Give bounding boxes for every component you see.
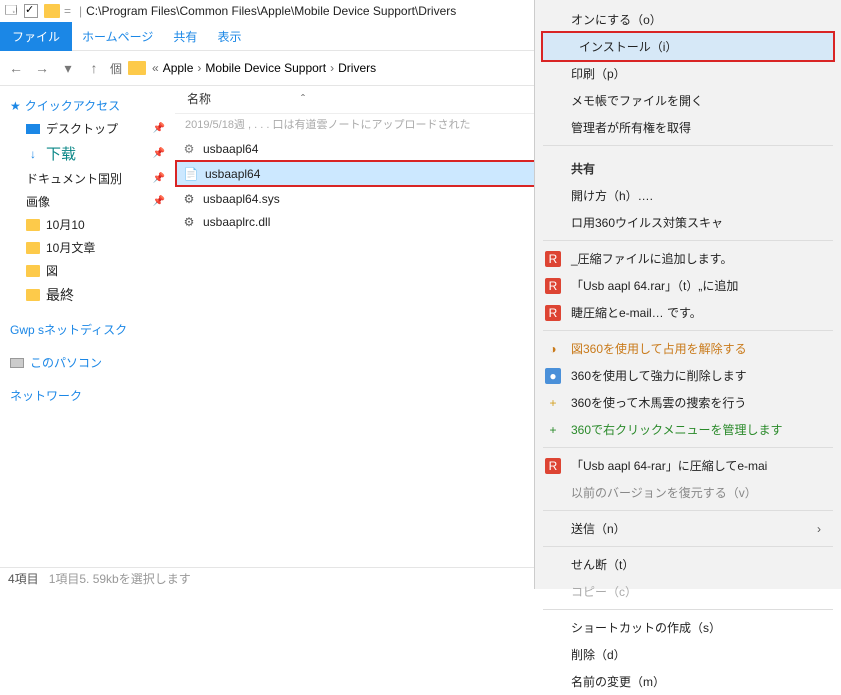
ctx-shortcut[interactable]: ショートカットの作成（s） (535, 614, 841, 641)
archive-icon: R (545, 278, 561, 294)
ctx-copy[interactable]: コピー（c） (535, 578, 841, 605)
sidebar-item-network[interactable]: ネットワーク (6, 384, 169, 407)
ctx-openwith[interactable]: 開け方（h）…. (535, 182, 841, 209)
sidebar-item-folder[interactable]: 図 (6, 259, 169, 282)
menu-separator (543, 240, 833, 241)
download-icon: ↓ (26, 147, 40, 161)
nav-dropdown-icon[interactable]: ▾ (58, 58, 78, 78)
app-icon: 🗔 (4, 4, 18, 18)
nav-fwd-icon[interactable]: → (32, 58, 52, 78)
context-menu: オンにする（o） インストール（i） 印刷（p） メモ帳でファイルを開く 管理者… (534, 0, 841, 589)
ctx-notepad[interactable]: メモ帳でファイルを開く (535, 87, 841, 114)
folder-icon (26, 219, 40, 231)
separator: = (64, 4, 71, 18)
ctx-360scan[interactable]: ロ用360ウイルス対策スキャ (535, 209, 841, 236)
separator: | (79, 4, 82, 18)
desktop-icon (26, 124, 40, 134)
folder-icon (26, 265, 40, 277)
ctx-cut[interactable]: せん断（t） (535, 551, 841, 578)
crumb-mds[interactable]: Mobile Device Support (205, 61, 326, 75)
360-icon: + (545, 395, 561, 411)
nav-back-icon[interactable]: ← (6, 58, 26, 78)
sidebar-item-folder[interactable]: 10月10 (6, 213, 169, 236)
ribbon-home[interactable]: ホームページ (72, 22, 163, 51)
pin-icon: 📌 (153, 123, 165, 134)
ribbon-share[interactable]: 共有 (163, 22, 207, 51)
sidebar-item-desktop[interactable]: デスクトップ 📌 (6, 117, 169, 140)
archive-icon: R (545, 251, 561, 267)
ctx-360trojan[interactable]: +360を使って木馬雲の捜索を行う (535, 389, 841, 416)
crumb-drivers[interactable]: Drivers (338, 61, 376, 75)
item-count: 4項目 (8, 570, 39, 587)
ctx-rar-email[interactable]: R「Usb aapl 64-rar」に圧縮してe-mai (535, 452, 841, 479)
ctx-on[interactable]: オンにする（o） (535, 6, 841, 33)
submenu-arrow-icon: › (817, 522, 821, 536)
settings-file-icon (181, 141, 197, 157)
crumb-apple[interactable]: Apple (163, 61, 194, 75)
360-icon: ◑ (545, 341, 561, 357)
star-icon: ★ (10, 99, 21, 113)
folder-icon (44, 4, 60, 18)
ctx-360unlock[interactable]: ◑図360を使用して占用を解除する (535, 335, 841, 362)
sidebar-item-documents[interactable]: ドキュメント国別 📌 (6, 167, 169, 190)
ctx-360rclick[interactable]: +360で右クリックメニューを管理します (535, 416, 841, 443)
pin-icon: 📌 (153, 148, 165, 159)
chevron-right-icon: › (330, 61, 334, 75)
navigation-pane: ★ クイックアクセス デスクトップ 📌 ↓ 下载 📌 ドキュメント国別 📌 画像… (0, 86, 175, 567)
nav-up-icon[interactable]: ↑ (84, 58, 104, 78)
menu-separator (543, 447, 833, 448)
nav-count: 個 (110, 60, 122, 77)
ctx-prev-version[interactable]: 以前のバージョンを復元する（v） (535, 479, 841, 506)
sidebar-item-pictures[interactable]: 画像 📌 (6, 190, 169, 213)
ctx-addrar[interactable]: R「Usb aapl 64.rar」（t）„に追加 (535, 272, 841, 299)
chevron-right-icon: « (152, 61, 159, 75)
360-icon: ● (545, 368, 561, 384)
ctx-admin[interactable]: 管理者が所有権を取得 (535, 114, 841, 141)
menu-separator (543, 510, 833, 511)
archive-icon: R (545, 458, 561, 474)
folder-icon (26, 289, 40, 301)
pin-icon: 📌 (153, 196, 165, 207)
sidebar-item-folder[interactable]: 最終 (6, 282, 169, 308)
checkbox-icon[interactable] (24, 4, 38, 18)
sidebar-item-folder[interactable]: 10月文章 (6, 236, 169, 259)
sys-file-icon (181, 191, 197, 207)
sidebar-item-netdisk[interactable]: Gwp sネットディスク (6, 318, 169, 341)
folder-icon (26, 242, 40, 254)
ctx-send[interactable]: 送信（n）› (535, 515, 841, 542)
sidebar-item-downloads[interactable]: ↓ 下载 📌 (6, 140, 169, 167)
menu-separator (543, 330, 833, 331)
ribbon-file-tab[interactable]: ファイル (0, 22, 72, 51)
quick-access-header[interactable]: ★ クイックアクセス (6, 94, 169, 117)
folder-icon (128, 61, 146, 75)
ctx-share-header: 共有 (535, 150, 841, 182)
pc-icon (10, 358, 24, 368)
menu-separator (543, 546, 833, 547)
window-path: C:\Program Files\Common Files\Apple\Mobi… (86, 4, 456, 18)
inf-file-icon (183, 166, 199, 182)
ctx-install[interactable]: インストール（i） (543, 33, 833, 60)
pin-icon: 📌 (153, 173, 165, 184)
menu-separator (543, 609, 833, 610)
chevron-right-icon: › (197, 61, 201, 75)
ctx-emailzip[interactable]: R睫圧縮とe-mail… です。 (535, 299, 841, 326)
dll-file-icon (181, 214, 197, 230)
selection-info: 1項目5. 59kbを選択します (49, 570, 191, 587)
ctx-addzip[interactable]: R_圧縮ファイルに追加します。 (535, 245, 841, 272)
ctx-rename[interactable]: 名前の変更（m） (535, 668, 841, 695)
sort-asc-icon: ˆ (301, 92, 305, 106)
360-icon: + (545, 422, 561, 438)
menu-separator (543, 145, 833, 146)
ctx-360del[interactable]: ●360を使用して強力に削除します (535, 362, 841, 389)
ctx-delete[interactable]: 削除（d） (535, 641, 841, 668)
sidebar-item-thispc[interactable]: このパソコン (6, 351, 169, 374)
ctx-print[interactable]: 印刷（p） (535, 60, 841, 87)
ribbon-view[interactable]: 表示 (207, 22, 251, 51)
archive-icon: R (545, 305, 561, 321)
